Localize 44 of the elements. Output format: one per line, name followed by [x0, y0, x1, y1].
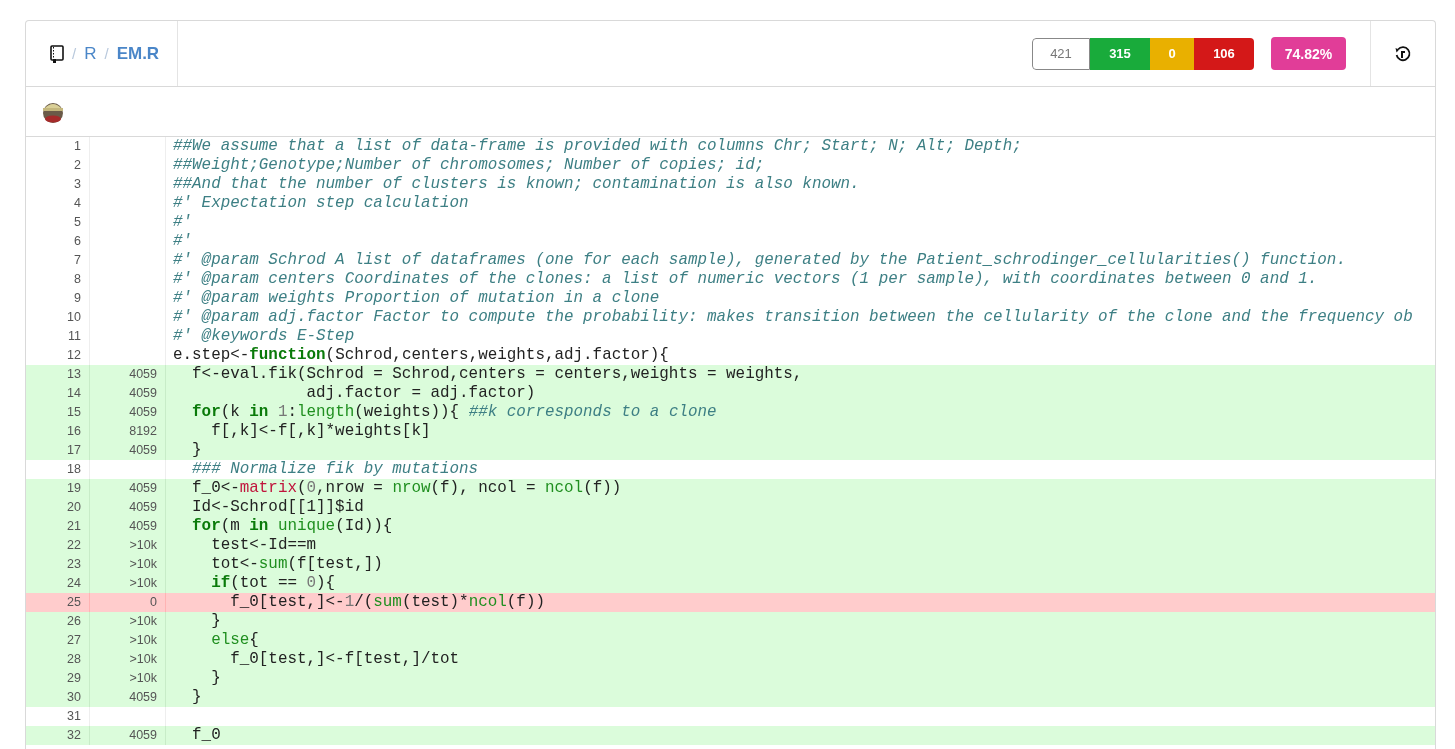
code-line: f<-eval.fik(Schrod = Schrod,centers = centers,weights = weights, — [191, 365, 804, 384]
code-line: #' @param weights Proportion of mutation in a clone — [172, 289, 661, 308]
book-icon[interactable] — [50, 44, 64, 63]
code-line: ##We assume that a list of data-frame is provided with columns Chr; Start; N; Alt; Depth; — [172, 137, 1023, 156]
code-line: for(m in unique(Id)){ — [191, 517, 394, 536]
code-line: #' @param centers Coordinates of the clones: a list of numeric vectors (1 per sample), with coordinates between 0 and 1. — [172, 270, 1319, 289]
code-line: f_0[test,]<-1/(sum(test)*ncol(f)) — [229, 593, 546, 612]
breadcrumb-separator: / — [72, 45, 77, 62]
code-line: #' @param Schrod A list of dataframes (one for each sample), generated by the Patient_schrodinger_cellularities() function. — [172, 251, 1347, 270]
code-line: #' — [172, 232, 194, 251]
code-line: f_0[test,]<-f[test,]/tot — [229, 650, 461, 669]
code-line: } — [191, 688, 203, 707]
stat-badge: 315 — [1090, 37, 1150, 70]
breadcrumb-link[interactable]: R — [84, 43, 97, 64]
code-line: #' Expectation step calculation — [172, 194, 470, 213]
coverage-badge: 74.82% — [1271, 37, 1346, 70]
code-line: #' @param adj.factor Factor to compute the probability: makes transition between the cellularity of the clone and the frequency ob — [172, 308, 1414, 327]
breadcrumb-link[interactable]: EM.R — [116, 43, 160, 64]
code-line: if(tot == 0){ — [210, 574, 337, 593]
code-line: e.step<-function(Schrod,centers,weights,adj.factor){ — [172, 346, 670, 365]
code-line: f[,k]<-f[,k]*weights[k] — [210, 422, 432, 441]
code-line: ##Weight;Genotype;Number of chromosomes; Number of copies; id; — [172, 156, 766, 175]
code-line: ##And that the number of clusters is known; contamination is also known. — [172, 175, 861, 194]
breadcrumb-separator: / — [104, 45, 109, 62]
refresh-icon[interactable] — [1394, 44, 1412, 63]
stat-badge: 106 — [1194, 37, 1254, 70]
code-line: #' @keywords E-Step — [172, 327, 356, 346]
code-line: test<-Id==m — [210, 536, 318, 555]
code-line: tot<-sum(f[test,]) — [210, 555, 384, 574]
stat-badge: 0 — [1150, 37, 1194, 70]
code-line: else{ — [210, 631, 260, 650]
line-number: 32 — [26, 726, 90, 745]
code-line: f_0<-matrix(0,nrow = nrow(f), ncol = ncol(f)) — [191, 479, 623, 498]
stat-badge: 421 — [1032, 37, 1090, 70]
code-line: f_0 — [191, 726, 222, 745]
code-line: adj.factor = adj.factor) — [305, 384, 537, 403]
code-line: #' — [172, 213, 194, 232]
code-line: for(k in 1:length(weights)){ ##k corresponds to a clone — [191, 403, 718, 422]
code-line: } — [191, 441, 203, 460]
hit-count: 4059 — [90, 726, 166, 745]
code-line: Id<-Schrod[[1]]$id — [191, 498, 365, 517]
code-line: } — [210, 612, 222, 631]
code-line: ### Normalize fik by mutations — [191, 460, 480, 479]
code-line: } — [210, 669, 222, 688]
